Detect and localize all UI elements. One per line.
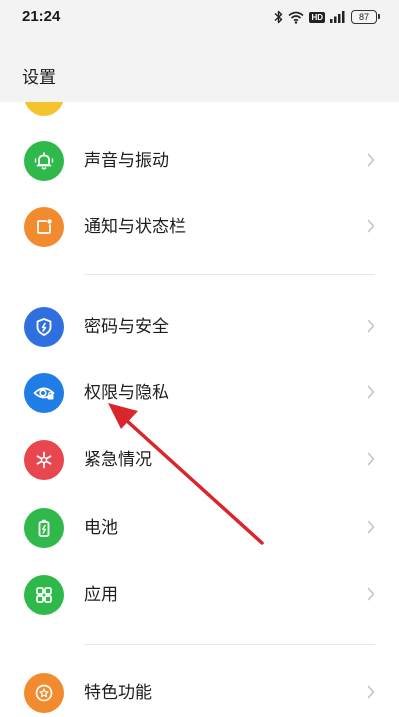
bell-icon [24,141,64,181]
settings-item-emergency[interactable]: 紧急情况 [0,427,399,493]
settings-item-notifications[interactable]: 通知与状态栏 [0,194,399,260]
status-icons: HD 87 [274,8,380,26]
hd-icon: HD [309,11,325,23]
chevron-right-icon [367,587,375,601]
privacy-eye-icon [24,373,64,413]
chevron-right-icon [367,153,375,167]
section-divider [84,644,375,645]
settings-item-label: 密码与安全 [84,317,169,337]
chevron-right-icon [367,520,375,534]
settings-item-sound-vibration[interactable]: 声音与振动 [0,128,399,194]
settings-item-label: 电池 [84,518,118,538]
chevron-right-icon [367,685,375,699]
settings-item-label: 紧急情况 [84,450,152,470]
battery-icon: 87 [351,10,380,24]
apps-grid-icon [24,575,64,615]
star-icon [24,673,64,713]
battery-icon [24,508,64,548]
status-time: 21:24 [22,8,61,25]
settings-screen: 21:24 HD 87 设置 声音与振动 通知与状态栏 密码与安全 权限与隐私 … [0,0,399,717]
wifi-icon [288,11,304,24]
signal-icon [330,11,346,23]
settings-item-label: 应用 [84,585,118,605]
settings-item-label: 通知与状态栏 [84,217,186,237]
page-title: 设置 [22,68,56,88]
settings-list[interactable]: 声音与振动 通知与状态栏 密码与安全 权限与隐私 紧急情况 电池 应用 特色功能 [0,102,399,717]
settings-item-label: 声音与振动 [84,151,169,171]
settings-item-battery[interactable]: 电池 [0,495,399,561]
notification-icon [24,207,64,247]
chevron-right-icon [367,452,375,466]
settings-item-permissions-privacy[interactable]: 权限与隐私 [0,360,399,426]
status-bar: 21:24 HD 87 [0,0,399,34]
settings-item-apps[interactable]: 应用 [0,562,399,628]
settings-item-password-security[interactable]: 密码与安全 [0,294,399,360]
section-divider [84,274,375,275]
shield-icon [24,307,64,347]
settings-item-label: 特色功能 [84,683,152,703]
settings-item-label: 权限与隐私 [84,383,169,403]
partial-settings-icon [24,102,64,116]
chevron-right-icon [367,319,375,333]
settings-item-special-features[interactable]: 特色功能 [0,660,399,717]
bluetooth-icon [274,10,283,24]
chevron-right-icon [367,219,375,233]
emergency-icon [24,440,64,480]
chevron-right-icon [367,385,375,399]
